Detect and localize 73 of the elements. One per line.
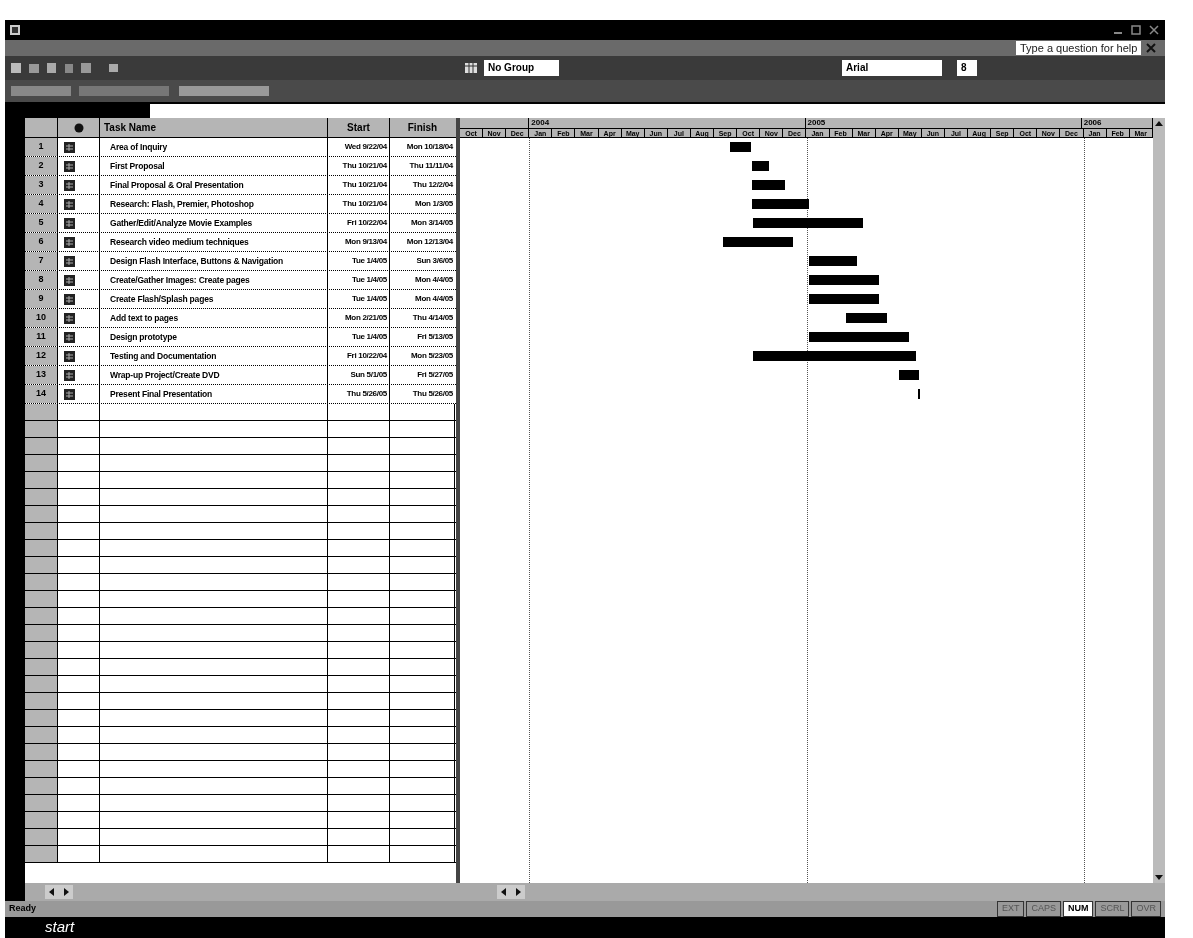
font-size-dropdown[interactable]: 8 xyxy=(957,60,977,76)
finish-date: Thu 12/2/04 xyxy=(412,179,453,191)
task-name: Area of Inquiry xyxy=(110,140,167,154)
column-header[interactable]: Start xyxy=(347,120,370,135)
finish-date: Mon 12/13/04 xyxy=(406,236,453,248)
row-header[interactable]: 9 xyxy=(25,290,58,308)
year-label: 2005 xyxy=(807,118,826,127)
task-name: Create/Gather Images: Create pages xyxy=(110,273,250,287)
year-label: 2004 xyxy=(531,118,550,127)
task-name: Testing and Documentation xyxy=(110,349,217,363)
task-name: Design prototype xyxy=(110,330,177,344)
year-label: 2006 xyxy=(1083,118,1102,127)
start-date: Tue 1/4/05 xyxy=(351,293,387,305)
finish-date: Mon 5/23/05 xyxy=(410,350,453,362)
finish-date: Mon 1/3/05 xyxy=(415,198,453,210)
status-indicator: NUM xyxy=(1062,901,1094,917)
column-header[interactable]: Task Name xyxy=(104,120,157,135)
row-header[interactable]: 10 xyxy=(25,309,58,327)
start-date: Mon 9/13/04 xyxy=(344,236,387,248)
row-header[interactable]: 1 xyxy=(25,138,58,156)
start-date: Tue 1/4/05 xyxy=(351,331,387,343)
finish-date: Sun 3/6/05 xyxy=(416,255,453,267)
task-name: Gather/Edit/Analyze Movie Examples xyxy=(110,216,252,230)
finish-date: Thu 11/11/04 xyxy=(409,160,453,172)
status-text: Ready xyxy=(9,902,36,916)
start-date: Tue 1/4/05 xyxy=(351,255,387,267)
task-name: Wrap-up Project/Create DVD xyxy=(110,368,220,382)
row-header[interactable]: 12 xyxy=(25,347,58,365)
start-date: Sun 5/1/05 xyxy=(350,369,387,381)
task-name: Research: Flash, Premier, Photoshop xyxy=(110,197,254,211)
row-header[interactable]: 11 xyxy=(25,328,58,346)
row-header[interactable]: 4 xyxy=(25,195,58,213)
start-date: Fri 10/22/04 xyxy=(347,350,387,362)
start-date: Mon 2/21/05 xyxy=(344,312,387,324)
task-name: Create Flash/Splash pages xyxy=(110,292,214,306)
start-date: Fri 10/22/04 xyxy=(347,217,387,229)
row-header[interactable]: 13 xyxy=(25,366,58,384)
task-name: Present Final Presentation xyxy=(110,387,213,401)
start-date: Thu 10/21/04 xyxy=(342,160,387,172)
row-header[interactable]: 2 xyxy=(25,157,58,175)
start-button[interactable]: start xyxy=(45,916,75,938)
status-indicator: OVR xyxy=(1131,901,1161,917)
finish-date: Thu 5/26/05 xyxy=(412,388,453,400)
status-indicator: CAPS xyxy=(1026,901,1061,917)
task-name: Add text to pages xyxy=(110,311,178,325)
finish-date: Thu 4/14/05 xyxy=(412,312,453,324)
row-header[interactable]: 3 xyxy=(25,176,58,194)
start-date: Wed 9/22/04 xyxy=(344,141,387,153)
row-header[interactable]: 14 xyxy=(25,385,58,403)
row-header[interactable]: 8 xyxy=(25,271,58,289)
status-indicator: EXT xyxy=(996,901,1025,917)
status-indicator: SCRL xyxy=(1095,901,1130,917)
row-header[interactable]: 6 xyxy=(25,233,58,251)
row-header[interactable]: 5 xyxy=(25,214,58,232)
start-date: Thu 10/21/04 xyxy=(342,198,387,210)
start-date: Tue 1/4/05 xyxy=(351,274,387,286)
row-header[interactable]: 7 xyxy=(25,252,58,270)
task-name: First Proposal xyxy=(110,159,165,173)
font-dropdown[interactable]: Arial xyxy=(842,60,942,76)
task-name: Research video medium techniques xyxy=(110,235,249,249)
task-name: Final Proposal & Oral Presentation xyxy=(110,178,244,192)
group-dropdown[interactable]: No Group xyxy=(484,60,559,76)
help-search-field[interactable]: Type a question for help xyxy=(1016,41,1141,55)
finish-date: Mon 10/18/04 xyxy=(406,141,453,153)
column-header[interactable]: Finish xyxy=(407,120,438,135)
start-date: Thu 10/21/04 xyxy=(342,179,387,191)
start-date: Thu 5/26/05 xyxy=(346,388,387,400)
finish-date: Mon 3/14/05 xyxy=(410,217,453,229)
task-name: Design Flash Interface, Buttons & Navigation xyxy=(110,254,284,268)
finish-date: Fri 5/27/05 xyxy=(417,369,453,381)
finish-date: Mon 4/4/05 xyxy=(415,293,453,305)
finish-date: Mon 4/4/05 xyxy=(415,274,453,286)
finish-date: Fri 5/13/05 xyxy=(417,331,453,343)
